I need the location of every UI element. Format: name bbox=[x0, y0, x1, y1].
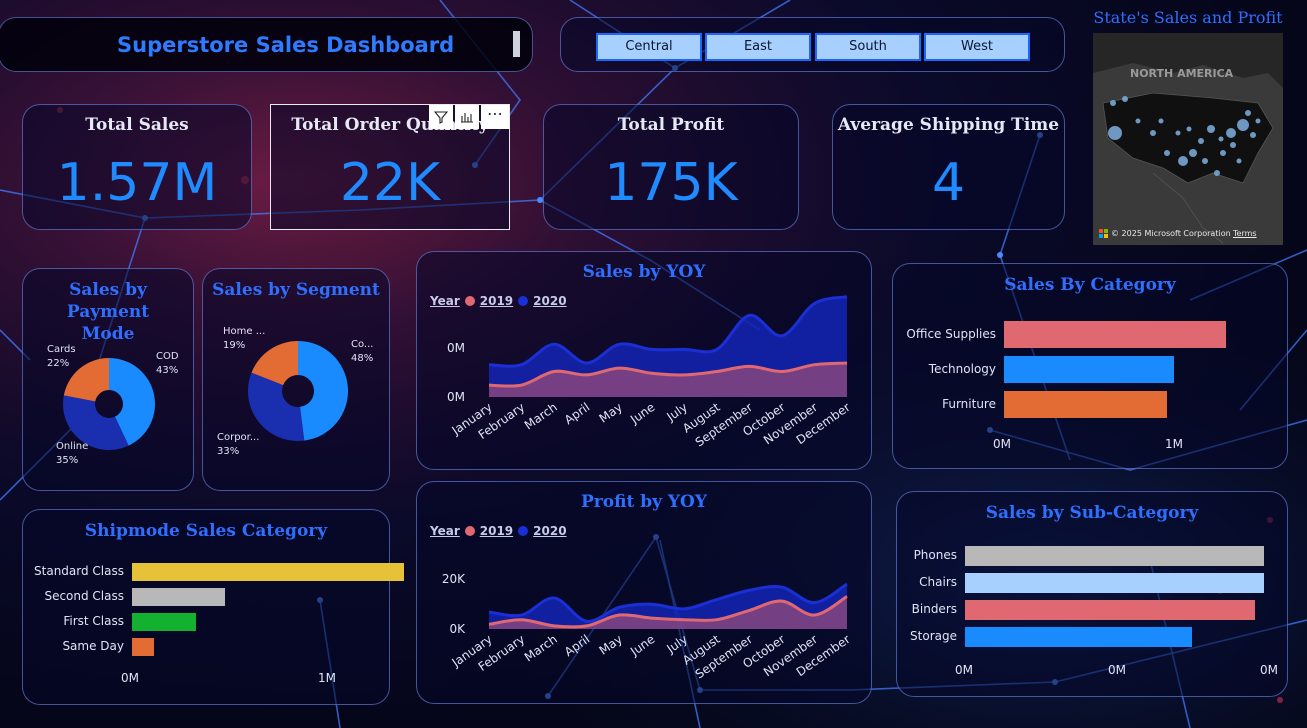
x-tick-label: March bbox=[522, 400, 560, 432]
x-tick-label: June bbox=[627, 632, 657, 659]
subcategory-panel: Sales by Sub-Category Phones Chairs Binder… bbox=[896, 491, 1288, 697]
y-tick-label: 0M bbox=[447, 341, 465, 355]
x-tick-label: 0M bbox=[1260, 663, 1278, 677]
kpi-value: 175K bbox=[604, 153, 738, 213]
bar-label: Standard Class bbox=[34, 564, 124, 578]
y-tick-label: 0M bbox=[447, 390, 465, 404]
kpi-total-profit[interactable]: Total Profit 175K bbox=[543, 104, 799, 230]
pie-slice-2[interactable] bbox=[248, 372, 305, 441]
page-title: Superstore Sales Dashboard bbox=[117, 33, 455, 57]
segment-chart: Co... 48% Corpor... 33% Home ... 19% bbox=[217, 326, 373, 457]
pie-slice-3[interactable] bbox=[63, 358, 109, 402]
x-tick-label: April bbox=[562, 400, 593, 427]
region-east-button[interactable]: East bbox=[705, 33, 811, 61]
bar-label: Phones bbox=[913, 548, 957, 562]
sales-yoy-panel: Sales by YOY Year 2019 2020 0M 0M January F… bbox=[416, 251, 872, 470]
kpi-label: Average Shipping Time bbox=[837, 115, 1060, 135]
y-tick-label: 0K bbox=[449, 622, 466, 636]
pie-slice-percent: 19% bbox=[223, 340, 245, 351]
map-canvas bbox=[1093, 63, 1283, 245]
bar-label: Second Class bbox=[44, 589, 124, 603]
map-region-label: NORTH AMERICA bbox=[1130, 67, 1234, 80]
map-title: State's Sales and Profit bbox=[1093, 8, 1283, 27]
kpi-value: 4 bbox=[931, 153, 966, 213]
x-tick-label: 0M bbox=[955, 663, 973, 677]
segment-panel: Sales by Segment Co... 48% Corpor... 33% Hom… bbox=[202, 268, 390, 491]
kpi-value: 1.57M bbox=[56, 153, 218, 213]
x-tick-label: 0M bbox=[121, 671, 139, 685]
bar[interactable] bbox=[965, 627, 1192, 647]
pie-slice-percent: 48% bbox=[351, 353, 373, 364]
visual-header-toolbar: ⋯ bbox=[429, 105, 511, 129]
pie-slice-label: Co... bbox=[351, 339, 373, 350]
pie-slice-percent: 43% bbox=[156, 365, 178, 376]
bar-label: First Class bbox=[63, 614, 124, 628]
bar-label: Chairs bbox=[919, 575, 957, 589]
category-chart: Office Supplies Technology Furniture 0M 1M bbox=[893, 264, 1289, 470]
kpi-average-shipping-time[interactable]: Average Shipping Time 4 bbox=[832, 104, 1065, 230]
region-central-button[interactable]: Central bbox=[596, 33, 702, 61]
bar[interactable] bbox=[132, 588, 225, 606]
subcategory-chart: Phones Chairs Binders Storage 0M 0M 0M bbox=[897, 492, 1289, 698]
y-tick-label: 20K bbox=[442, 572, 466, 586]
x-tick-label: April bbox=[562, 632, 593, 659]
category-panel: Sales By Category Office Supplies Technol… bbox=[892, 263, 1288, 469]
map-terms-link[interactable]: Terms bbox=[1233, 229, 1257, 238]
kpi-label: Total Sales bbox=[85, 115, 189, 135]
x-tick-label: May bbox=[597, 400, 625, 426]
pie-slice-percent: 35% bbox=[56, 455, 78, 466]
bar[interactable] bbox=[132, 613, 196, 631]
bar[interactable] bbox=[1004, 356, 1175, 383]
pie-slice-label: Corpor... bbox=[217, 432, 259, 443]
bar[interactable] bbox=[965, 600, 1255, 620]
x-tick-label: March bbox=[522, 632, 560, 664]
bar-label: Storage bbox=[910, 629, 957, 643]
filter-icon[interactable] bbox=[429, 105, 453, 129]
region-south-button[interactable]: South bbox=[815, 33, 921, 61]
bar-label: Same Day bbox=[62, 639, 124, 653]
x-tick-label: May bbox=[597, 632, 625, 658]
kpi-total-order-quantity[interactable]: Total Order Quantity 22K ⋯ bbox=[270, 104, 510, 230]
focus-mode-icon[interactable] bbox=[455, 105, 479, 129]
bar[interactable] bbox=[132, 638, 155, 656]
kpi-label: Total Profit bbox=[617, 115, 725, 135]
bar-label: Furniture bbox=[942, 396, 996, 411]
bar[interactable] bbox=[965, 546, 1264, 566]
profit-yoy-chart: 0K20KJanuaryFebruaryMarch April May June Jul… bbox=[442, 572, 853, 682]
pie-slice-label: Online bbox=[56, 441, 88, 452]
pie-slice-label: Home ... bbox=[223, 326, 265, 337]
x-tick-label: 1M bbox=[318, 671, 336, 685]
pie-slice-label: COD bbox=[156, 351, 179, 362]
scrollbar-handle[interactable] bbox=[513, 31, 520, 57]
bar[interactable] bbox=[965, 573, 1264, 593]
region-west-button[interactable]: West bbox=[924, 33, 1030, 61]
bar[interactable] bbox=[1004, 321, 1226, 348]
kpi-total-sales[interactable]: Total Sales 1.57M bbox=[22, 104, 252, 230]
pie-slice-1[interactable] bbox=[298, 341, 348, 441]
bar-label: Technology bbox=[928, 361, 996, 376]
more-options-icon[interactable]: ⋯ bbox=[481, 105, 509, 129]
x-tick-label: 0M bbox=[1108, 663, 1126, 677]
payment-mode-panel: Sales by Payment Mode COD 43% Online 35% Car… bbox=[22, 268, 194, 491]
pie-slice-label: Cards bbox=[47, 344, 76, 355]
pie-slice-percent: 22% bbox=[47, 358, 69, 369]
bar-label: Office Supplies bbox=[906, 326, 996, 341]
payment-mode-chart: COD 43% Online 35% Cards 22% bbox=[47, 344, 179, 466]
header-bar: Superstore Sales Dashboard bbox=[0, 17, 533, 72]
x-tick-label: 0M bbox=[993, 437, 1011, 451]
map-attribution: © 2025 Microsoft Corporation bbox=[1111, 229, 1231, 238]
kpi-value: 22K bbox=[339, 153, 441, 213]
shipmode-panel: Shipmode Sales Category Standard Class Se… bbox=[22, 509, 404, 706]
x-tick-label: 1M bbox=[1165, 437, 1183, 451]
bar-label: Binders bbox=[911, 602, 957, 616]
bar[interactable] bbox=[132, 563, 404, 581]
bar[interactable] bbox=[1004, 391, 1167, 418]
pie-slice-percent: 33% bbox=[217, 446, 239, 457]
x-tick-label: June bbox=[627, 400, 657, 427]
map-visual[interactable]: NORTH AMERICA © 2025 Microsoft Corporati… bbox=[1093, 33, 1283, 245]
shipmode-chart: Standard Class Second Class First Class Sam… bbox=[23, 510, 404, 706]
sales-yoy-chart: 0M0MJanuaryFebruaryMarch April May June July… bbox=[447, 295, 853, 450]
profit-yoy-panel: Profit by YOY Year 2019 2020 0K 20K Januar… bbox=[416, 481, 872, 704]
